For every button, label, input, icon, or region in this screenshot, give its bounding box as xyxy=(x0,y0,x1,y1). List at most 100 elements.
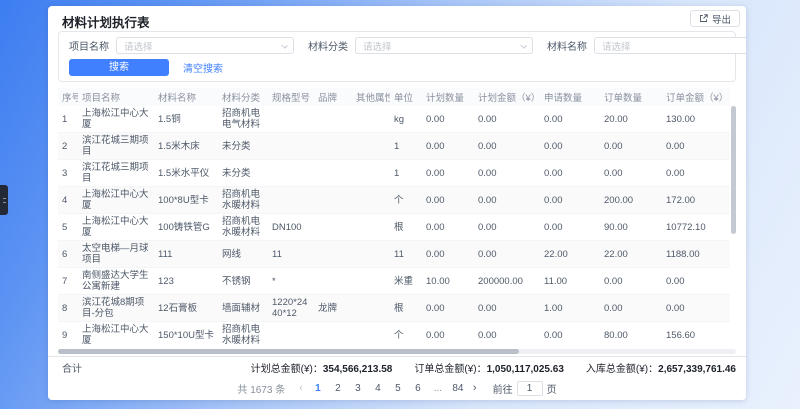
table-row[interactable]: 8滨江花城8期项目-分包12石膏板墙面辅材1220*2440*12龙牌根0.00… xyxy=(58,295,730,322)
table-cell xyxy=(314,187,352,214)
table-cell xyxy=(352,133,390,160)
table-cell: 0.00 xyxy=(540,133,600,160)
table-cell: 墙面辅材 xyxy=(218,295,268,322)
summary-row: 合计 计划总金额(¥)：354,566,213.58 订单总金额(¥)：1,05… xyxy=(48,356,746,377)
table-cell: 米重 xyxy=(390,268,422,295)
page-button[interactable]: 6 xyxy=(411,383,425,394)
horizontal-scrollbar-track xyxy=(58,349,736,354)
table-cell: 招商机电 水暖材料 xyxy=(218,214,268,241)
table-cell: 0.00 xyxy=(474,106,540,133)
table-cell: 130.00 xyxy=(662,106,730,133)
table-cell: 100铸铁管G xyxy=(154,214,218,241)
table-cell: 0.00 xyxy=(600,160,662,187)
page-button[interactable]: 5 xyxy=(391,383,405,394)
order-total-amount: 订单总金额(¥)：1,050,117,025.63 xyxy=(414,360,564,375)
table-cell: 111 xyxy=(154,241,218,268)
prev-page-button[interactable]: ‹ xyxy=(297,383,305,394)
column-header: 项目名称 xyxy=(78,88,154,106)
table-cell: 200.00 xyxy=(600,187,662,214)
table-cell: 个 xyxy=(390,187,422,214)
table-cell xyxy=(314,268,352,295)
table-cell: 上海松江中心大厦 xyxy=(78,106,154,133)
table-cell: 0.00 xyxy=(474,322,540,348)
table-cell: 0.00 xyxy=(540,322,600,348)
clear-search-button[interactable]: 清空搜索 xyxy=(183,60,223,75)
table-cell: 滨江花城8期项目-分包 xyxy=(78,295,154,322)
table-cell: 2 xyxy=(58,133,78,160)
material-select[interactable]: 请选择 xyxy=(594,37,746,54)
table-cell: 招商机电 电气材料 xyxy=(218,106,268,133)
table-cell xyxy=(314,241,352,268)
page-button[interactable]: 4 xyxy=(371,383,385,394)
next-page-button[interactable]: › xyxy=(471,383,479,394)
table-cell: 1188.00 xyxy=(662,241,730,268)
table-cell: 0.00 xyxy=(474,187,540,214)
table-cell: 0.00 xyxy=(422,214,474,241)
table-row[interactable]: 4上海松江中心大厦100*8U型卡招商机电 水暖材料个0.000.000.002… xyxy=(58,187,730,214)
column-header: 订单数量 xyxy=(600,88,662,106)
table-row[interactable]: 2滨江花城三期项目1.5米木床未分类10.000.000.000.000.00 xyxy=(58,133,730,160)
table-cell: 0.00 xyxy=(474,295,540,322)
horizontal-scrollbar[interactable] xyxy=(58,349,519,354)
page-button[interactable]: 84 xyxy=(451,383,465,394)
table-cell xyxy=(268,322,314,348)
table-cell: 6 xyxy=(58,241,78,268)
category-select[interactable]: 请选择 xyxy=(355,37,533,54)
project-select[interactable]: 请选择 xyxy=(116,37,294,54)
export-button[interactable]: 导出 xyxy=(690,10,740,27)
table-cell: 123 xyxy=(154,268,218,295)
table-cell: 根 xyxy=(390,295,422,322)
table-cell: 滨江花城三期项目 xyxy=(78,160,154,187)
table-cell: 11 xyxy=(268,241,314,268)
goto-page-input[interactable] xyxy=(517,381,543,396)
column-header: 申请数量 xyxy=(540,88,600,106)
table-cell: 南侧盛达大学生公寓新建 xyxy=(78,268,154,295)
table-cell xyxy=(268,187,314,214)
table-row[interactable]: 7南侧盛达大学生公寓新建123不锈钢*米重10.00200000.0011.00… xyxy=(58,268,730,295)
table-cell: 0.00 xyxy=(600,295,662,322)
page-button[interactable]: 1 xyxy=(311,383,325,394)
table-cell: 7 xyxy=(58,268,78,295)
table-row[interactable]: 5上海松江中心大厦100铸铁管G招商机电 水暖材料DN100根0.000.000… xyxy=(58,214,730,241)
filter-category-label: 材料分类 xyxy=(308,38,348,53)
table-cell: 0.00 xyxy=(662,295,730,322)
sidebar-collapse-handle[interactable] xyxy=(0,185,8,215)
table-cell: 1.5铜 xyxy=(154,106,218,133)
table-cell: 0.00 xyxy=(422,187,474,214)
page-button[interactable]: 2 xyxy=(331,383,345,394)
table-cell: 12石膏板 xyxy=(154,295,218,322)
goto-unit: 页 xyxy=(547,381,557,396)
table-row[interactable]: 1上海松江中心大厦1.5铜招商机电 电气材料kg0.000.000.0020.0… xyxy=(58,106,730,133)
table-cell xyxy=(314,133,352,160)
table-row[interactable]: 6太空电梯—月球项目111网线11110.000.0022.0022.00118… xyxy=(58,241,730,268)
table-cell: 0.00 xyxy=(540,214,600,241)
vertical-scrollbar[interactable] xyxy=(731,106,736,234)
table-cell: 4 xyxy=(58,187,78,214)
table-cell: 招商机电 水暖材料 xyxy=(218,322,268,348)
table-cell: 22.00 xyxy=(540,241,600,268)
table-cell: 1 xyxy=(390,133,422,160)
table-cell: 1 xyxy=(390,160,422,187)
filter-category: 材料分类 请选择 xyxy=(308,37,533,54)
table-cell: 太空电梯—月球项目 xyxy=(78,241,154,268)
table-cell: 0.00 xyxy=(600,133,662,160)
table-cell xyxy=(314,214,352,241)
table-cell: 1 xyxy=(58,106,78,133)
material-select-placeholder: 请选择 xyxy=(602,39,631,53)
table-row[interactable]: 9上海松江中心大厦150*10U型卡招商机电 水暖材料个0.000.000.00… xyxy=(58,322,730,348)
column-header: 其他属性 xyxy=(352,88,390,106)
table-cell xyxy=(352,322,390,348)
table-row[interactable]: 3滨江花城三期项目1.5米水平仪未分类10.000.000.000.000.00 xyxy=(58,160,730,187)
table-cell xyxy=(314,322,352,348)
filter-project: 项目名称 请选择 xyxy=(69,37,294,54)
table-cell: 22.00 xyxy=(600,241,662,268)
search-button[interactable]: 搜索 xyxy=(69,59,169,76)
summary-total-label: 合计 xyxy=(62,360,82,375)
table-cell xyxy=(352,160,390,187)
table-cell: 上海松江中心大厦 xyxy=(78,187,154,214)
table-cell: 90.00 xyxy=(600,214,662,241)
page-button[interactable]: 3 xyxy=(351,383,365,394)
pagination-total: 共 1673 条 xyxy=(237,381,285,396)
table-cell: 80.00 xyxy=(600,322,662,348)
table-cell: 0.00 xyxy=(422,241,474,268)
